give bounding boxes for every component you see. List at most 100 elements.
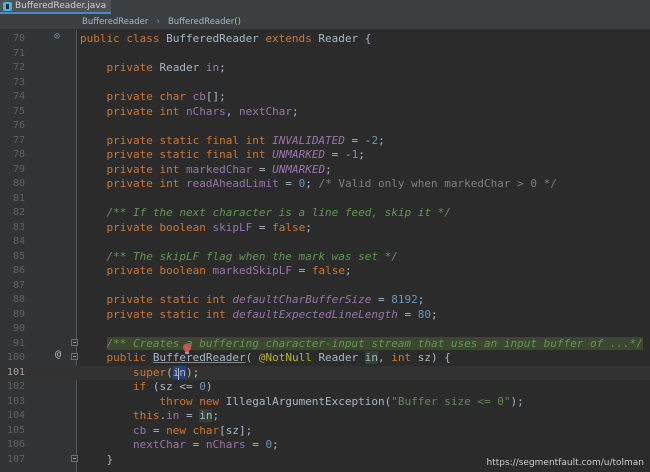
- code-token: ;: [305, 177, 319, 190]
- line-number: 102: [6, 381, 25, 392]
- code-line[interactable]: 102 if (sz <= 0): [0, 380, 650, 395]
- code-token: in: [199, 409, 213, 422]
- code-text: private Reader in;: [80, 61, 226, 76]
- code-line[interactable]: 86 private boolean markedSkipLF = false;: [0, 264, 650, 279]
- code-text: public class BufferedReader extends Read…: [80, 32, 371, 47]
- code-line[interactable]: 91 /** Creates a buffering character-inp…: [0, 336, 650, 352]
- breadcrumb-class[interactable]: BufferedReader: [82, 17, 148, 27]
- line-number: 87: [12, 279, 25, 291]
- code-text: private char cb[];: [80, 90, 226, 105]
- code-line[interactable]: 106 nextChar = nChars = 0;: [0, 438, 650, 453]
- code-text: public BufferedReader( @NotNull Reader i…: [80, 351, 451, 366]
- code-line[interactable]: 76: [0, 119, 650, 134]
- code-token: markedChar: [185, 162, 253, 176]
- annotation-marker-icon[interactable]: @: [55, 348, 61, 363]
- code-text: private static final int INVALIDATED = -…: [80, 134, 385, 149]
- line-number: 89: [12, 308, 25, 320]
- code-line[interactable]: 82 /** If the next character is a line f…: [0, 206, 650, 221]
- code-line[interactable]: 104 this.in = in;: [0, 409, 650, 424]
- code-token: cb: [192, 90, 206, 103]
- code-text: private boolean skipLF = false;: [80, 221, 312, 236]
- line-number: 90: [12, 323, 25, 334]
- code-token: in: [364, 351, 379, 364]
- code-token: false: [272, 220, 306, 234]
- line-number: 79: [12, 163, 25, 175]
- code-token: defaultCharBufferSize: [232, 293, 372, 306]
- code-line[interactable]: 80 private int readAheadLimit = 0; /* Va…: [0, 177, 650, 192]
- code-token: nChars: [205, 438, 253, 451]
- code-text: private static int defaultCharBufferSize…: [80, 293, 425, 308]
- code-token: public: [106, 351, 153, 364]
- line-number: 88: [12, 294, 25, 305]
- code-line[interactable]: 84: [0, 235, 650, 250]
- override-marker-icon[interactable]: ⊙: [54, 30, 60, 45]
- fold-toggle-icon[interactable]: [71, 339, 78, 346]
- code-token: private char: [106, 90, 193, 103]
- code-token: );: [510, 394, 524, 408]
- code-line[interactable]: 72 private Reader in;: [0, 61, 650, 76]
- code-token: =: [252, 220, 273, 234]
- code-token: defaultExpectedLineLength: [232, 307, 398, 321]
- lightbulb-icon[interactable]: [182, 343, 192, 355]
- code-token: (sz <=: [152, 380, 200, 393]
- line-number: 105: [6, 424, 25, 436]
- tab-label: BufferedReader.java: [15, 1, 107, 11]
- fold-toggle-icon[interactable]: [71, 455, 78, 462]
- code-token: =: [192, 438, 206, 451]
- tab-bufferedreader-java[interactable]: BufferedReader.java: [0, 0, 112, 14]
- code-line[interactable]: 105 cb = new char[sz];: [0, 424, 650, 439]
- code-line[interactable]: 75 private int nChars, nextChar;: [0, 105, 650, 120]
- code-line[interactable]: 74 private char cb[];: [0, 90, 650, 105]
- code-token: ;: [219, 61, 226, 74]
- code-token: private int: [106, 177, 186, 190]
- code-token: private static final int: [106, 133, 273, 147]
- code-line[interactable]: 73: [0, 76, 650, 91]
- code-text: /** Creates a buffering character-input …: [80, 336, 643, 352]
- code-token: private int: [106, 162, 186, 176]
- code-line[interactable]: 101 super(in);: [0, 365, 650, 380]
- code-line[interactable]: 89 private static int defaultExpectedLin…: [0, 308, 650, 323]
- code-line[interactable]: 83 private boolean skipLF = false;: [0, 221, 650, 236]
- code-token: private int: [106, 104, 186, 118]
- code-line[interactable]: 103 throw new IllegalArgumentException("…: [0, 395, 650, 410]
- code-line[interactable]: 88 private static int defaultCharBufferS…: [0, 293, 650, 308]
- code-token: =: [371, 293, 392, 306]
- fold-toggle-icon[interactable]: [71, 353, 78, 360]
- code-token: =: [252, 438, 266, 451]
- code-line[interactable]: 81: [0, 192, 650, 207]
- code-line[interactable]: 77 private static final int INVALIDATED …: [0, 134, 650, 149]
- code-line[interactable]: 90: [0, 322, 650, 337]
- code-line[interactable]: 78 private static final int UNMARKED = -…: [0, 148, 650, 163]
- text-caret: [178, 368, 179, 380]
- line-number: 106: [6, 439, 25, 450]
- code-token: =: [152, 423, 167, 437]
- code-token: if: [132, 380, 153, 393]
- code-line[interactable]: 70 public class BufferedReader extends Re…: [0, 32, 650, 47]
- code-line[interactable]: 79 private int markedChar = UNMARKED;: [0, 163, 650, 178]
- code-token: private: [106, 61, 160, 74]
- breadcrumb-method[interactable]: BufferedReader(): [168, 17, 241, 27]
- code-token: markedSkipLF: [212, 264, 292, 277]
- code-token: ,: [378, 351, 392, 364]
- code-token: 8192: [391, 293, 418, 306]
- chevron-right-icon: ›: [156, 16, 160, 27]
- code-line[interactable]: 87: [0, 279, 650, 294]
- code-line[interactable]: 71: [0, 47, 650, 62]
- code-line[interactable]: 100 public BufferedReader( @NotNull Read…: [0, 351, 650, 366]
- code-line[interactable]: 85 /** The skipLF flag when the mark was…: [0, 250, 650, 265]
- line-number: 78: [12, 149, 25, 160]
- line-number: 71: [12, 47, 25, 59]
- editor-tab-bar: BufferedReader.java: [0, 0, 650, 14]
